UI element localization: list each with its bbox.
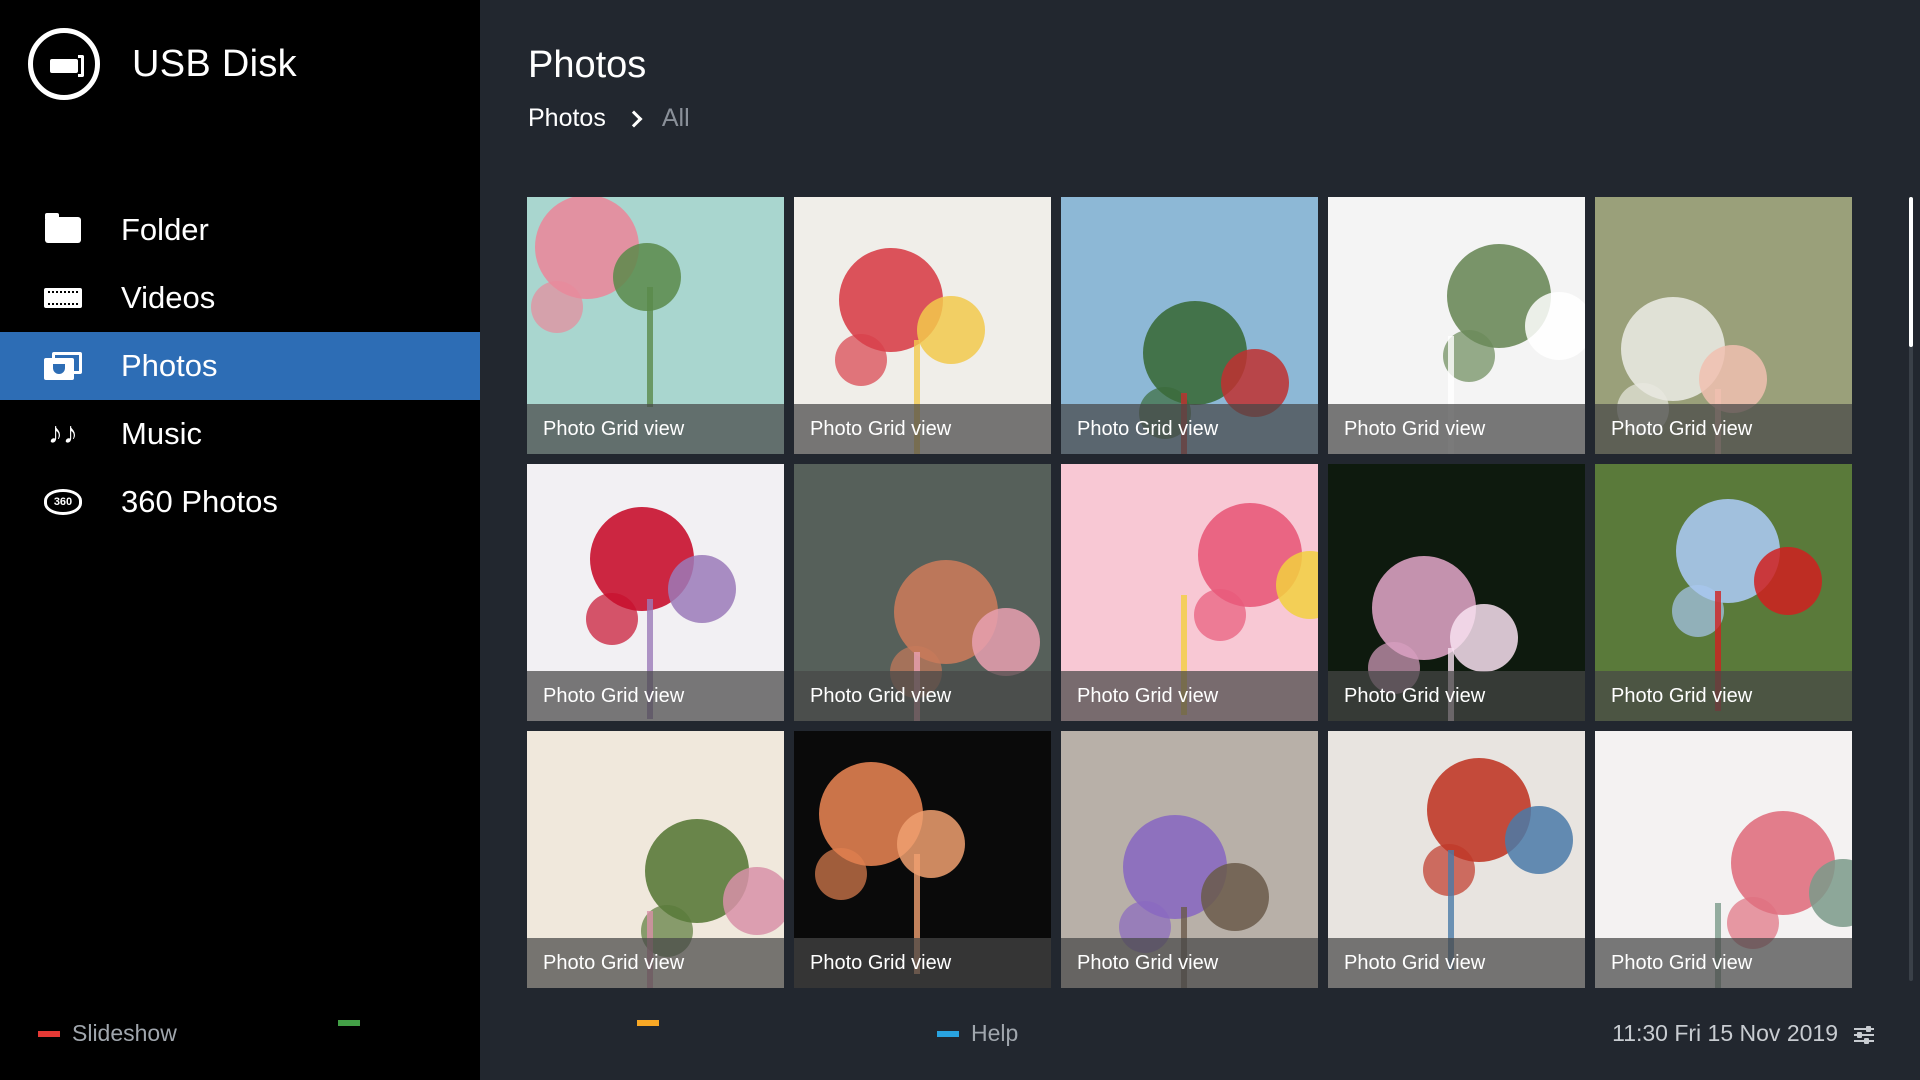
yellow-key[interactable] bbox=[637, 1020, 671, 1026]
photo-tile[interactable]: Photo Grid view bbox=[1328, 731, 1585, 988]
photo-tile-caption: Photo Grid view bbox=[1328, 404, 1585, 454]
breadcrumb-root[interactable]: Photos bbox=[528, 104, 606, 133]
sidebar-item-label: Videos bbox=[121, 280, 216, 315]
red-key-label: Slideshow bbox=[72, 1020, 177, 1046]
sidebar-item-folder[interactable]: Folder bbox=[0, 196, 480, 264]
sidebar-item-music[interactable]: ♪♪ Music bbox=[0, 400, 480, 468]
footer-bar: Slideshow Help 11:30 Fri 15 Nov 2019 bbox=[0, 1010, 1920, 1060]
main-content: Photos Photos All Photo Grid view Photo G… bbox=[480, 0, 1920, 1080]
photo-tile-caption: Photo Grid view bbox=[527, 671, 784, 721]
photo-tile-caption: Photo Grid view bbox=[1061, 671, 1318, 721]
sidebar-item-videos[interactable]: Videos bbox=[0, 264, 480, 332]
sidebar-item-360-photos[interactable]: 360 360 Photos bbox=[0, 468, 480, 536]
photo-tile[interactable]: Photo Grid view bbox=[794, 197, 1051, 454]
sidebar-item-label: Music bbox=[121, 416, 202, 451]
breadcrumb: Photos All bbox=[528, 104, 690, 133]
sidebar-item-photos[interactable]: Photos bbox=[0, 332, 480, 400]
photo-tile-caption: Photo Grid view bbox=[527, 938, 784, 988]
usb-drive-icon bbox=[28, 28, 100, 100]
music-icon: ♪♪ bbox=[48, 417, 78, 450]
scrollbar-thumb[interactable] bbox=[1909, 197, 1913, 347]
photo-tile-caption: Photo Grid view bbox=[794, 938, 1051, 988]
video-icon bbox=[43, 282, 83, 314]
sidebar-nav: Folder Videos Photos ♪♪ Music 360 360 Ph… bbox=[0, 196, 480, 536]
photo-tile[interactable]: Photo Grid view bbox=[527, 464, 784, 721]
green-key-icon bbox=[338, 1020, 360, 1026]
photo-tile-caption: Photo Grid view bbox=[1061, 404, 1318, 454]
photo-tile-caption: Photo Grid view bbox=[794, 671, 1051, 721]
sidebar-item-label: Folder bbox=[121, 212, 209, 247]
clock: 11:30 Fri 15 Nov 2019 bbox=[1612, 1020, 1838, 1046]
photo-tile[interactable]: Photo Grid view bbox=[1328, 197, 1585, 454]
photo-tile-caption: Photo Grid view bbox=[1595, 671, 1852, 721]
sidebar: USB Disk Folder Videos Photos ♪♪ Music 3… bbox=[0, 0, 480, 1080]
red-key-icon bbox=[38, 1030, 60, 1037]
photo-grid: Photo Grid view Photo Grid view Photo Grid… bbox=[527, 197, 1852, 988]
photo-tile[interactable]: Photo Grid view bbox=[1061, 197, 1318, 454]
sidebar-item-label: 360 Photos bbox=[121, 484, 278, 519]
photo-tile[interactable]: Photo Grid view bbox=[1595, 197, 1852, 454]
blue-key-icon bbox=[937, 1030, 959, 1037]
breadcrumb-current: All bbox=[661, 104, 690, 132]
360-photo-icon: 360 bbox=[43, 486, 83, 518]
photo-tile[interactable]: Photo Grid view bbox=[1061, 731, 1318, 988]
green-key[interactable] bbox=[338, 1020, 372, 1026]
photo-tile[interactable]: Photo Grid view bbox=[1061, 464, 1318, 721]
photo-tile[interactable]: Photo Grid view bbox=[527, 731, 784, 988]
yellow-key-icon bbox=[637, 1020, 659, 1026]
photos-icon bbox=[43, 350, 83, 382]
blue-key-label: Help bbox=[971, 1020, 1019, 1046]
photo-tile[interactable]: Photo Grid view bbox=[794, 464, 1051, 721]
photo-tile[interactable]: Photo Grid view bbox=[794, 731, 1051, 988]
photo-tile[interactable]: Photo Grid view bbox=[527, 197, 784, 454]
photo-tile[interactable]: Photo Grid view bbox=[1328, 464, 1585, 721]
blue-key-help[interactable]: Help bbox=[937, 1020, 1018, 1047]
scrollbar[interactable] bbox=[1909, 197, 1913, 981]
page-title: Photos bbox=[528, 44, 647, 86]
app-title: USB Disk bbox=[132, 42, 297, 85]
photo-tile-caption: Photo Grid view bbox=[1061, 938, 1318, 988]
photo-tile-caption: Photo Grid view bbox=[1595, 404, 1852, 454]
photo-tile[interactable]: Photo Grid view bbox=[1595, 731, 1852, 988]
sidebar-item-label: Photos bbox=[121, 348, 218, 383]
photo-tile-caption: Photo Grid view bbox=[527, 404, 784, 454]
app-header: USB Disk bbox=[28, 28, 297, 100]
chevron-right-icon bbox=[625, 110, 643, 127]
photo-tile-caption: Photo Grid view bbox=[1328, 671, 1585, 721]
settings-sliders-icon[interactable] bbox=[1854, 1026, 1874, 1044]
photo-tile-caption: Photo Grid view bbox=[1595, 938, 1852, 988]
red-key-slideshow[interactable]: Slideshow bbox=[38, 1020, 177, 1047]
folder-icon bbox=[43, 213, 83, 246]
photo-tile[interactable]: Photo Grid view bbox=[1595, 464, 1852, 721]
photo-tile-caption: Photo Grid view bbox=[1328, 938, 1585, 988]
photo-tile-caption: Photo Grid view bbox=[794, 404, 1051, 454]
